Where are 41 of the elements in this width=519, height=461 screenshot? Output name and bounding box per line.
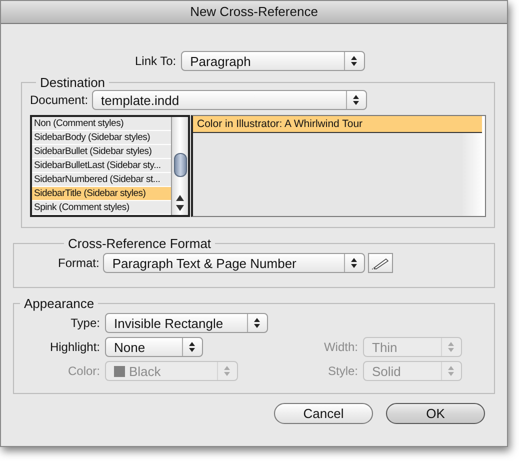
scrollbar[interactable] — [171, 117, 188, 215]
link-to-dropdown[interactable]: Paragraph — [181, 51, 366, 71]
field-label: Link To: — [135, 54, 176, 68]
appearance-dropdown[interactable]: None — [105, 337, 203, 357]
window-title: New Cross-Reference — [1, 1, 507, 24]
scroll-thumb[interactable] — [174, 153, 188, 177]
group-title: Cross-Reference Format — [67, 236, 212, 251]
appearance-dropdown[interactable]: Invisible Rectangle — [105, 313, 268, 333]
stepper-arrows-icon — [350, 257, 358, 269]
group-title: Destination — [39, 75, 106, 90]
group-title: Appearance — [23, 296, 96, 311]
stepper-arrows-icon — [223, 365, 231, 377]
field-label: Format: — [58, 256, 100, 270]
list-item[interactable]: SidebarTitle (Sidebar styles) — [32, 187, 172, 201]
default-button[interactable]: OK — [386, 403, 485, 424]
field-label: Type: — [70, 316, 100, 330]
list-item[interactable]: SidebarNumbered (Sidebar st... — [32, 173, 172, 187]
scroll-up-icon[interactable] — [175, 193, 186, 203]
list-item[interactable]: Non (Comment styles) — [32, 117, 172, 131]
list-item[interactable]: SidebarBulletLast (Sidebar sty... — [32, 159, 172, 173]
list-item[interactable]: Spink (Comment styles) — [32, 201, 172, 215]
stepper-arrows-icon — [352, 94, 360, 106]
field-label: Highlight: — [48, 340, 100, 354]
stepper-arrows-icon — [188, 341, 196, 353]
stepper-arrows-icon — [447, 341, 455, 353]
field-label: Color: — [66, 364, 100, 378]
stepper-arrows-icon — [253, 317, 261, 329]
stepper-arrows-icon — [350, 55, 358, 67]
field-label: Style: — [326, 364, 358, 378]
field-label: Width: — [322, 340, 358, 354]
pencil-icon — [370, 256, 391, 270]
stepper-arrows-icon — [447, 365, 455, 377]
list-item[interactable]: SidebarBullet (Sidebar styles) — [32, 145, 172, 159]
format-dropdown[interactable]: Paragraph Text & Page Number — [103, 253, 366, 273]
edit-format-button[interactable] — [368, 253, 394, 273]
scroll-down-icon[interactable] — [175, 203, 186, 213]
list-item[interactable]: Color in Illustrator: A Whirlwind Tour — [193, 116, 482, 133]
list-item[interactable]: SidebarBody (Sidebar styles) — [32, 131, 172, 145]
document-dropdown[interactable]: template.indd — [92, 90, 368, 110]
dialog-button[interactable]: Cancel — [274, 403, 373, 424]
field-label: Document: — [30, 93, 88, 107]
